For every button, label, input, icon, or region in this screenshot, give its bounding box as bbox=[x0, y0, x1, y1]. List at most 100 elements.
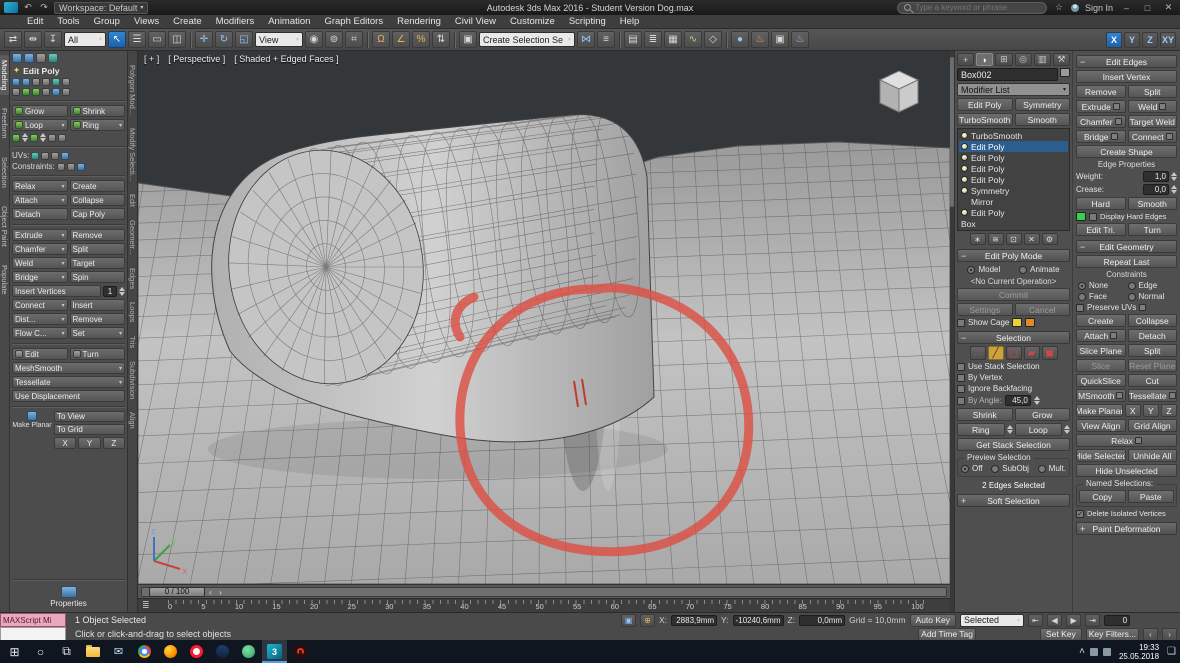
to-view-button[interactable]: To View bbox=[54, 411, 125, 422]
chamfer-button[interactable]: Chamfer bbox=[1076, 115, 1126, 128]
menu-item[interactable]: Group bbox=[87, 16, 127, 27]
remove-button[interactable]: Remove bbox=[1076, 85, 1126, 98]
bind-to-space-warp-icon[interactable]: ↧ bbox=[44, 31, 62, 48]
axis-constraint-z[interactable]: Z bbox=[1142, 32, 1158, 48]
spinner[interactable] bbox=[1064, 425, 1070, 434]
select-and-manipulate-icon[interactable]: ⊚ bbox=[325, 31, 343, 48]
ribbon-panel-label[interactable]: Align bbox=[128, 412, 137, 429]
viewport-menu-plus[interactable]: [ + ] bbox=[144, 54, 159, 64]
target-weld-button[interactable]: Target bbox=[70, 257, 126, 269]
axis-constraint-xy[interactable]: XY bbox=[1160, 32, 1176, 48]
tessellate-settings-icon[interactable] bbox=[1169, 392, 1176, 399]
axis-constraint-y[interactable]: Y bbox=[1124, 32, 1140, 48]
scrollbar-thumb[interactable] bbox=[950, 57, 954, 207]
split-button[interactable]: Split bbox=[1128, 85, 1178, 98]
rollout-selection[interactable]: −Selection bbox=[957, 331, 1070, 344]
messenger-icon[interactable] bbox=[236, 640, 261, 663]
repeat-last-button[interactable]: Repeat Last bbox=[1076, 255, 1177, 268]
edge-subobject-icon[interactable]: ╱ bbox=[988, 346, 1004, 360]
percent-snap-icon[interactable]: % bbox=[412, 31, 430, 48]
extrude-button[interactable]: Extrude▾ bbox=[12, 229, 68, 241]
display-hard-edges-checkbox[interactable]: Display Hard Edges bbox=[1076, 212, 1177, 221]
attach-button[interactable]: Attach bbox=[1076, 329, 1126, 342]
to-grid-button[interactable]: To Grid bbox=[54, 424, 125, 435]
menu-item[interactable]: Help bbox=[613, 16, 647, 27]
tab-populate[interactable]: Populate bbox=[0, 260, 9, 300]
favorites-icon[interactable]: ☆ bbox=[1053, 2, 1065, 13]
ribbon-icon[interactable] bbox=[36, 53, 46, 63]
modifier-stack-item[interactable]: Edit Poly bbox=[959, 152, 1068, 163]
auto-key-button[interactable]: Auto Key bbox=[910, 614, 957, 627]
hard-edge-color-swatch[interactable] bbox=[1076, 212, 1086, 221]
modifier-stack-item[interactable]: Edit Poly bbox=[959, 141, 1068, 152]
hard-button[interactable]: Hard bbox=[1076, 197, 1126, 210]
modifier-set-symmetry[interactable]: Symmetry bbox=[1015, 98, 1071, 111]
edit-triangulation-button[interactable]: Edit Tri. bbox=[1076, 223, 1126, 236]
configure-modifier-sets-icon[interactable]: ⚙ bbox=[1042, 233, 1058, 245]
spinner[interactable] bbox=[1171, 185, 1177, 194]
weld-button[interactable]: Weld bbox=[1128, 100, 1178, 113]
workspace-dropdown[interactable]: Workspace: Default▾ bbox=[54, 2, 148, 14]
menu-item[interactable]: Civil View bbox=[448, 16, 503, 27]
viewport[interactable]: [ + ] [ Perspective ] [ Shaded + Edged F… bbox=[138, 51, 950, 612]
ring-button[interactable]: Ring▾ bbox=[70, 119, 126, 131]
reference-coordinate-dropdown[interactable]: View▾ bbox=[255, 32, 303, 47]
insert-vertices-count[interactable]: 1 bbox=[103, 286, 117, 297]
spinner-snap-icon[interactable]: ⇅ bbox=[432, 31, 450, 48]
rectangular-selection-region-icon[interactable]: ▭ bbox=[148, 31, 166, 48]
ribbon-panel-label[interactable]: Tris bbox=[128, 336, 137, 348]
next-frame-arrow-icon[interactable]: › bbox=[216, 588, 225, 597]
chrome-icon[interactable] bbox=[132, 640, 157, 663]
maximize-button[interactable]: □ bbox=[1140, 3, 1155, 13]
ribbon-icon[interactable] bbox=[62, 88, 70, 96]
slice-button[interactable]: Slice bbox=[1076, 359, 1126, 372]
command-panel-scrollbar[interactable] bbox=[950, 51, 954, 612]
uv-icon[interactable] bbox=[41, 152, 49, 160]
window-crossing-icon[interactable]: ◫ bbox=[168, 31, 186, 48]
rollout-edit-geometry[interactable]: −Edit Geometry bbox=[1076, 240, 1177, 253]
distance-connect-button[interactable]: Dist...▾ bbox=[12, 313, 68, 325]
make-planar-block[interactable]: Make Planar bbox=[12, 411, 52, 429]
menu-item[interactable]: Views bbox=[127, 16, 166, 27]
meshsmooth-button[interactable]: MeshSmooth▾ bbox=[12, 362, 125, 374]
rollout-paint-deformation[interactable]: +Paint Deformation bbox=[1076, 522, 1177, 535]
ribbon-icon[interactable] bbox=[24, 53, 34, 63]
viewport-shading-menu[interactable]: [ Shaded + Edged Faces ] bbox=[234, 54, 338, 64]
bridge-button[interactable]: Bridge bbox=[1076, 130, 1126, 143]
insert-loop-button[interactable]: Insert bbox=[70, 299, 126, 311]
spinner[interactable] bbox=[1007, 425, 1013, 434]
msmooth-settings-icon[interactable] bbox=[1116, 392, 1123, 399]
loop-button[interactable]: Loop▾ bbox=[12, 119, 68, 131]
preview-multi-radio[interactable]: Mult. bbox=[1038, 464, 1066, 473]
previous-key-icon[interactable]: ‹ bbox=[1143, 628, 1158, 641]
use-displacement-button[interactable]: Use Displacement bbox=[12, 390, 125, 402]
relax-button[interactable]: Relax bbox=[1076, 434, 1177, 447]
3ds-max-taskbar-icon[interactable]: 3 bbox=[262, 640, 287, 663]
visibility-bulb-icon[interactable] bbox=[961, 176, 968, 183]
mail-icon[interactable]: ✉ bbox=[106, 640, 131, 663]
ribbon-icon[interactable] bbox=[58, 134, 66, 142]
align-icon[interactable]: ≡ bbox=[597, 31, 615, 48]
view-align-button[interactable]: View Align bbox=[1076, 419, 1126, 432]
animate-radio[interactable]: Animate bbox=[1019, 265, 1059, 274]
constraint-face-radio[interactable]: Face bbox=[1078, 292, 1126, 301]
steam-icon[interactable] bbox=[210, 640, 235, 663]
ribbon-icon[interactable] bbox=[22, 78, 30, 86]
ribbon-icon[interactable] bbox=[48, 134, 56, 142]
modifier-stack-item[interactable]: Symmetry bbox=[959, 185, 1068, 196]
y-coordinate-field[interactable]: -10240,6mm bbox=[733, 615, 784, 626]
modifier-stack-item[interactable]: TurboSmooth bbox=[959, 130, 1068, 141]
visibility-bulb-icon[interactable] bbox=[961, 154, 968, 161]
loop-button[interactable]: Loop bbox=[1015, 423, 1063, 436]
target-weld-button[interactable]: Target Weld bbox=[1128, 115, 1178, 128]
insert-vertices-button[interactable]: Insert Vertices bbox=[12, 285, 101, 297]
hierarchy-tab-icon[interactable]: ⊞ bbox=[995, 53, 1012, 66]
select-and-rotate-icon[interactable]: ↻ bbox=[215, 31, 233, 48]
visibility-bulb-icon[interactable] bbox=[961, 143, 968, 150]
taskbar-clock[interactable]: 19:33 25.05.2018 bbox=[1116, 643, 1162, 661]
weld-settings-icon[interactable] bbox=[1159, 103, 1166, 110]
ribbon-panel-label[interactable]: Geometr... bbox=[128, 220, 137, 255]
extrude-button[interactable]: Extrude bbox=[1076, 100, 1126, 113]
planar-z-button[interactable]: Z bbox=[103, 437, 125, 449]
edit-named-selection-sets-icon[interactable]: ▣ bbox=[459, 31, 477, 48]
